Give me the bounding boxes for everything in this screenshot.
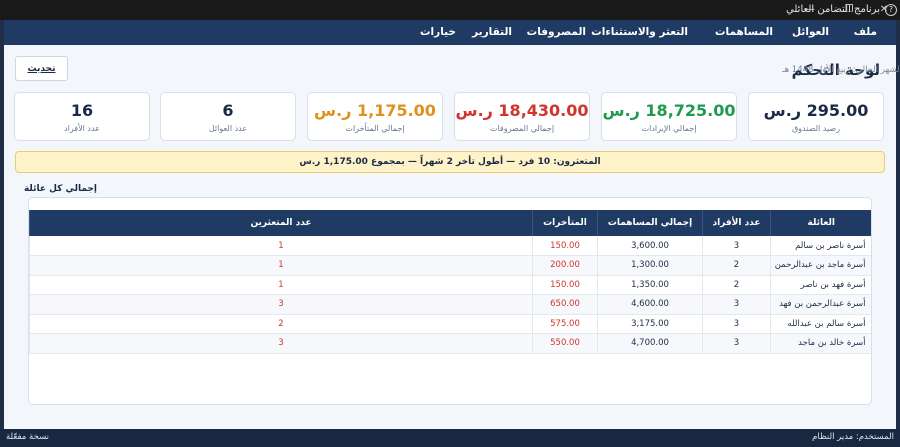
- kpi-value: 295.00 ر.س: [763, 101, 869, 120]
- table-row[interactable]: أسرة ماجد بن عبدالرحمن 2 1,300.00 200.00…: [29, 255, 871, 276]
- kpi-card-total-expenses: 18,430.00 ر.س إجمالي المصروفات: [454, 92, 590, 141]
- cell-members: 3: [702, 314, 771, 334]
- cell-members: 3: [702, 294, 771, 315]
- table-row[interactable]: أسرة خالد بن ماجد 3 4,700.00 550.00 3: [29, 333, 871, 354]
- cell-family: أسرة فهد بن ناصر: [770, 275, 871, 295]
- menu-file[interactable]: ملف: [854, 26, 877, 38]
- cell-contributions: 3,600.00: [597, 236, 703, 256]
- cell-contributions: 1,300.00: [597, 255, 703, 276]
- refresh-button[interactable]: تحديث: [15, 56, 68, 81]
- cell-arrears: 650.00: [532, 294, 598, 315]
- kpi-value: 18,725.00 ر.س: [602, 101, 736, 120]
- cell-defaulters: 1: [29, 255, 533, 276]
- dashboard: لوحة التحكم الشهر الحالي: ربيع الأول 144…: [4, 45, 900, 429]
- families-table: العائلة عدد الأفراد إجمالي المساهمات الم…: [29, 210, 871, 354]
- cell-arrears: 150.00: [532, 275, 598, 295]
- kpi-card-total-arrears: 1,175.00 ر.س إجمالي المتأخرات: [307, 92, 443, 141]
- cell-family: أسرة سالم بن عبدالله: [770, 314, 871, 334]
- column-header-arrears[interactable]: المتأخرات: [532, 210, 598, 236]
- cell-contributions: 1,350.00: [597, 275, 703, 295]
- menu-contributions[interactable]: المساهمات: [715, 26, 773, 38]
- cell-family: أسرة ناصر بن سالم: [770, 236, 871, 256]
- close-icon[interactable]: ✕: [873, 2, 895, 18]
- column-header-defaulters[interactable]: عدد المتعثرين: [29, 210, 533, 236]
- cell-members: 2: [702, 275, 771, 295]
- cell-members: 3: [702, 333, 771, 354]
- cell-contributions: 4,600.00: [597, 294, 703, 315]
- kpi-card-total-revenue: 18,725.00 ر.س إجمالي الإيرادات: [601, 92, 737, 141]
- cell-defaulters: 1: [29, 275, 533, 295]
- kpi-label: إجمالي المتأخرات: [345, 124, 405, 133]
- cell-arrears: 575.00: [532, 314, 598, 334]
- kpi-label: إجمالي المصروفات: [489, 124, 555, 133]
- kpi-card-families-count: 6 عدد العوائل: [160, 92, 296, 141]
- cell-defaulters: 3: [29, 294, 533, 315]
- families-summary-panel: العائلة عدد الأفراد إجمالي المساهمات الم…: [28, 197, 872, 405]
- cell-defaulters: 2: [29, 314, 533, 334]
- section-title: إجمالي كل عائلة: [23, 184, 97, 194]
- kpi-label: عدد العوائل: [208, 124, 248, 133]
- column-header-contributions[interactable]: إجمالي المساهمات: [597, 210, 703, 236]
- cell-arrears: 550.00: [532, 333, 598, 354]
- kpi-label: إجمالي الإيرادات: [641, 124, 697, 133]
- kpi-value: 16: [70, 101, 94, 120]
- cell-family: أسرة عبدالرحمن بن فهد: [770, 294, 871, 315]
- current-month: الشهر الحالي: ربيع الأول 1448 هـ: [782, 65, 900, 75]
- kpi-value: 6: [222, 101, 234, 120]
- table-row[interactable]: أسرة عبدالرحمن بن فهد 3 4,600.00 650.00 …: [29, 294, 871, 315]
- title-bar: ? برنامج التضامن العائلي — ❐ ✕: [0, 0, 900, 20]
- column-header-family[interactable]: العائلة: [770, 210, 871, 236]
- menu-reports[interactable]: التقارير: [472, 26, 512, 38]
- kpi-label: عدد الأفراد: [64, 124, 100, 133]
- license-status: نسخة مفعّلة: [6, 432, 50, 442]
- kpi-card-fund-balance: 295.00 ر.س رصيد الصندوق: [748, 92, 884, 141]
- defaulters-alert: المتعثرون: 10 فرد — أطول تأخر 2 شهراً — …: [15, 151, 885, 173]
- kpi-label: رصيد الصندوق: [791, 124, 841, 133]
- table-header-row: العائلة عدد الأفراد إجمالي المساهمات الم…: [29, 210, 871, 236]
- cell-contributions: 3,175.00: [597, 314, 703, 334]
- cell-contributions: 4,700.00: [597, 333, 703, 354]
- kpi-value: 18,430.00 ر.س: [455, 101, 589, 120]
- menu-options[interactable]: خيارات: [420, 26, 456, 38]
- cell-family: أسرة خالد بن ماجد: [770, 333, 871, 354]
- cell-members: 2: [702, 255, 771, 276]
- cell-members: 3: [702, 236, 771, 256]
- table-row[interactable]: أسرة فهد بن ناصر 2 1,350.00 150.00 1: [29, 275, 871, 295]
- maximize-icon[interactable]: ❐: [838, 2, 860, 18]
- status-bar: المستخدم: مدير النظام نسخة مفعّلة: [0, 429, 900, 447]
- cell-defaulters: 3: [29, 333, 533, 354]
- menu-expenses[interactable]: المصروفات: [527, 26, 586, 38]
- cell-arrears: 150.00: [532, 236, 598, 256]
- cell-family: أسرة ماجد بن عبدالرحمن: [770, 255, 871, 276]
- menu-defaults-exceptions[interactable]: التعثر والاستثناءات: [591, 26, 688, 38]
- table-row[interactable]: أسرة سالم بن عبدالله 3 3,175.00 575.00 2: [29, 314, 871, 334]
- table-row[interactable]: أسرة ناصر بن سالم 3 3,600.00 150.00 1: [29, 236, 871, 256]
- current-user: المستخدم: مدير النظام: [812, 432, 894, 442]
- cell-defaulters: 1: [29, 236, 533, 256]
- menu-bar: ملف العوائل المساهمات التعثر والاستثناءا…: [4, 20, 896, 45]
- menu-families[interactable]: العوائل: [792, 26, 829, 38]
- cell-arrears: 200.00: [532, 255, 598, 276]
- kpi-card-members-count: 16 عدد الأفراد: [14, 92, 150, 141]
- column-header-members[interactable]: عدد الأفراد: [702, 210, 771, 236]
- kpi-value: 1,175.00 ر.س: [314, 101, 436, 120]
- minimize-icon[interactable]: —: [799, 2, 821, 18]
